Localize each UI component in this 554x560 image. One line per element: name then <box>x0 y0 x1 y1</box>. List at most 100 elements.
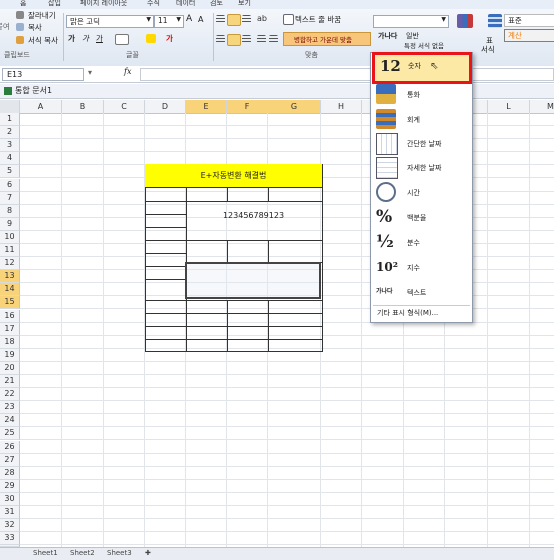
column-header-b[interactable]: B <box>62 100 104 113</box>
row-header-1[interactable]: 1 <box>0 113 20 126</box>
font-color-icon[interactable]: 가 <box>166 33 173 44</box>
format-copy-button[interactable]: 서식 복사 <box>28 35 58 46</box>
tab-view[interactable]: 보기 <box>238 0 251 8</box>
row-header-18[interactable]: 18 <box>0 335 20 349</box>
underline-icon[interactable]: 가 <box>96 33 103 44</box>
row-header-17[interactable]: 17 <box>0 322 20 336</box>
column-header-a[interactable]: A <box>20 100 62 113</box>
row-header-27[interactable]: 27 <box>0 453 20 467</box>
format-table-icon[interactable] <box>488 14 502 28</box>
row-header-10[interactable]: 10 <box>0 230 20 244</box>
row-header-9[interactable]: 9 <box>0 217 20 231</box>
font-shrink-icon[interactable]: A <box>198 15 203 24</box>
row-header-8[interactable]: 8 <box>0 204 20 218</box>
select-all-corner[interactable] <box>0 100 20 113</box>
name-box-dropdown-icon[interactable]: ▾ <box>88 68 92 77</box>
column-header-f[interactable]: F <box>227 100 268 113</box>
sheet-tab-3[interactable]: Sheet3 <box>107 549 132 557</box>
selected-range-e13-g15[interactable] <box>185 262 321 299</box>
cut-button[interactable]: 잘라내기 <box>28 10 56 21</box>
row-header-29[interactable]: 29 <box>0 479 20 493</box>
row-header-16[interactable]: 16 <box>0 309 20 323</box>
decrease-indent-icon[interactable] <box>257 35 266 43</box>
gridline-col <box>529 113 530 547</box>
align-left-icon[interactable] <box>216 35 225 43</box>
title-cell[interactable]: E+자동변환 해결법 <box>145 164 322 187</box>
row-header-30[interactable]: 30 <box>0 492 20 506</box>
row-header-4[interactable]: 4 <box>0 152 20 166</box>
column-header-c[interactable]: C <box>104 100 145 113</box>
row-header-31[interactable]: 31 <box>0 506 20 519</box>
workbook-title: 통합 문서1 <box>15 86 53 95</box>
row-header-20[interactable]: 20 <box>0 361 20 375</box>
column-header-l[interactable]: L <box>488 100 530 113</box>
orientation-icon[interactable]: ab <box>257 14 268 24</box>
column-header-m[interactable]: M <box>530 100 554 113</box>
selected-option-label[interactable]: 숫자 <box>408 61 421 71</box>
increase-indent-icon[interactable] <box>269 35 278 43</box>
row-header-11[interactable]: 11 <box>0 244 20 257</box>
column-header-h[interactable]: H <box>321 100 362 113</box>
conditional-format-icon[interactable] <box>457 14 473 28</box>
fx-icon[interactable]: fx <box>124 67 131 76</box>
sheet-tab-2[interactable]: Sheet2 <box>70 549 95 557</box>
row-header-15[interactable]: 15 <box>0 296 20 310</box>
bold-icon[interactable]: 가 <box>68 33 75 44</box>
more-number-formats[interactable]: 기타 표시 형식(M)... <box>377 308 438 318</box>
number-cell[interactable]: 123456789123 <box>186 211 321 220</box>
row-header-14[interactable]: 14 <box>0 283 20 297</box>
gridline-row <box>20 138 554 140</box>
tab-data[interactable]: 데이터 <box>176 0 195 8</box>
style-standard[interactable]: 표준 <box>504 14 554 27</box>
name-box[interactable]: E13 <box>2 68 84 81</box>
sheet-tab-1[interactable]: Sheet1 <box>33 549 58 557</box>
row-header-28[interactable]: 28 <box>0 466 20 480</box>
tab-home[interactable]: 홈 <box>20 0 26 8</box>
merge-center-button[interactable]: 병합하고 가운데 맞춤 <box>283 32 371 46</box>
style-calc[interactable]: 계산 <box>504 29 554 42</box>
row-header-13[interactable]: 13 <box>0 270 20 284</box>
italic-icon[interactable]: 가 <box>82 33 89 44</box>
font-grow-icon[interactable]: A <box>186 14 192 24</box>
row-header-7[interactable]: 7 <box>0 191 20 205</box>
row-header-5[interactable]: 5 <box>0 165 20 179</box>
fill-color-icon[interactable] <box>146 34 156 43</box>
row-header-33[interactable]: 33 <box>0 532 20 546</box>
number-format-select[interactable]: ▼ <box>373 15 449 28</box>
tab-insert[interactable]: 삽입 <box>48 0 61 8</box>
align-right-icon[interactable] <box>242 35 251 43</box>
paste-button[interactable]: 붙여 <box>0 21 10 32</box>
row-header-23[interactable]: 23 <box>0 401 20 415</box>
new-sheet-icon[interactable]: ✚ <box>145 549 151 557</box>
align-middle-icon[interactable] <box>227 14 241 26</box>
row-header-22[interactable]: 22 <box>0 388 20 402</box>
column-header-g[interactable]: G <box>268 100 321 113</box>
row-header-6[interactable]: 6 <box>0 178 20 192</box>
row-header-12[interactable]: 12 <box>0 257 20 271</box>
row-header-32[interactable]: 32 <box>0 519 20 533</box>
row-header-21[interactable]: 21 <box>0 375 20 388</box>
column-header-e[interactable]: E <box>186 100 227 113</box>
row-header-19[interactable]: 19 <box>0 348 20 362</box>
row-header-25[interactable]: 25 <box>0 427 20 441</box>
font-name-select[interactable]: 맑은 고딕 ▼ <box>66 15 154 28</box>
wrap-text-button[interactable]: 텍스트 줄 바꿈 <box>295 14 341 25</box>
row-header-3[interactable]: 3 <box>0 139 20 153</box>
align-bottom-icon[interactable] <box>242 15 251 23</box>
column-header-d[interactable]: D <box>145 100 186 113</box>
table-border <box>145 266 186 267</box>
row-header-2[interactable]: 2 <box>0 126 20 140</box>
font-size-select[interactable]: 11 ▼ <box>154 15 184 28</box>
format-option-label: 회계 <box>407 116 420 124</box>
align-center-icon[interactable] <box>227 34 241 46</box>
border-icon[interactable] <box>115 34 129 45</box>
tab-formulas[interactable]: 수식 <box>147 0 160 8</box>
formula-input[interactable] <box>140 68 554 81</box>
tab-review[interactable]: 검토 <box>210 0 223 8</box>
gridline-row <box>20 478 554 480</box>
copy-button[interactable]: 복사 <box>28 22 42 33</box>
tab-page-layout[interactable]: 페이지 레이아웃 <box>80 0 127 8</box>
row-header-24[interactable]: 24 <box>0 414 20 428</box>
align-top-icon[interactable] <box>216 15 225 23</box>
row-header-26[interactable]: 26 <box>0 440 20 454</box>
